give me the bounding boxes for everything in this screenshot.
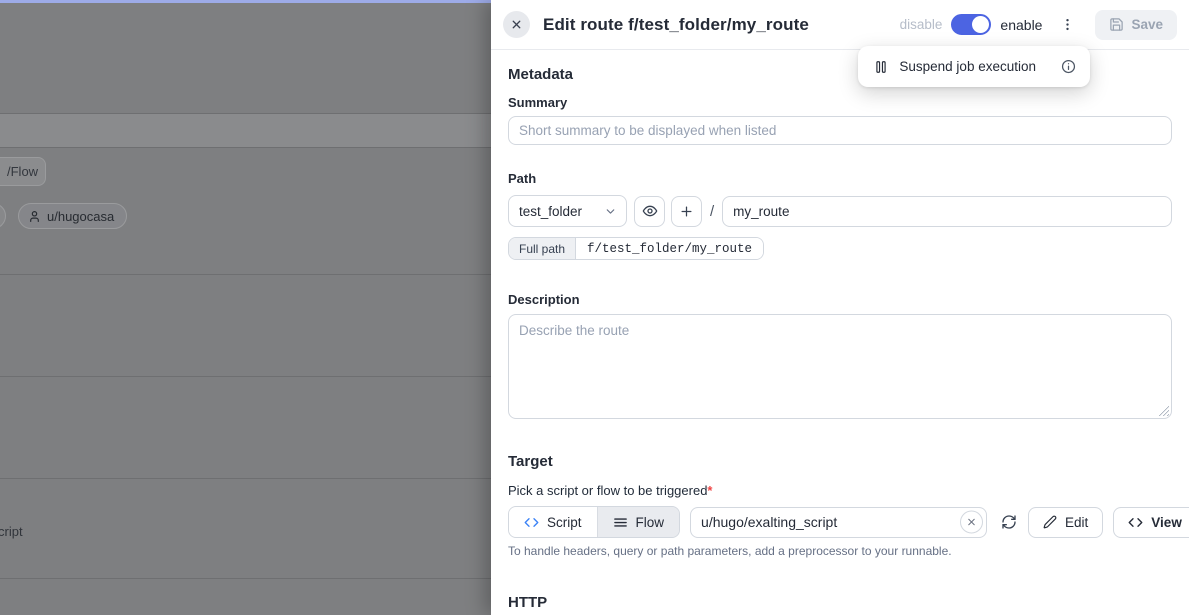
background-user-chip: u/hugocasa: [18, 203, 127, 229]
summary-input[interactable]: [508, 116, 1172, 145]
refresh-icon: [1001, 514, 1017, 530]
plus-icon: [679, 204, 694, 219]
tab-flow-label: Flow: [636, 515, 665, 530]
background-row-divider: [0, 578, 491, 579]
screen: /Flow › u/hugocasa cript Edit route f/te…: [0, 0, 1189, 615]
person-icon: [28, 210, 41, 223]
info-icon[interactable]: [1061, 59, 1076, 74]
x-icon: [966, 517, 977, 528]
flow-chip-label: /Flow: [7, 164, 38, 179]
resize-handle[interactable]: [1159, 406, 1169, 416]
close-icon: [510, 18, 523, 31]
description-textarea[interactable]: [508, 314, 1172, 419]
edit-route-drawer: Edit route f/test_folder/my_route disabl…: [491, 0, 1189, 615]
folder-select-value: test_folder: [519, 204, 582, 219]
view-folder-button[interactable]: [634, 196, 665, 227]
full-path-label: Full path: [509, 238, 576, 259]
save-button-label: Save: [1131, 17, 1163, 32]
toggle-off-label: disable: [900, 17, 943, 32]
summary-label: Summary: [508, 95, 1172, 110]
tab-script-label: Script: [547, 515, 582, 530]
drawer-title: Edit route f/test_folder/my_route: [543, 15, 809, 35]
flow-list-icon: [613, 515, 628, 530]
pencil-icon: [1043, 515, 1057, 529]
menu-item-suspend-job[interactable]: Suspend job execution: [899, 59, 1036, 74]
code-icon: [524, 515, 539, 530]
background-cut-chip: ›: [0, 203, 6, 229]
top-progress-line: [0, 0, 491, 3]
target-heading: Target: [508, 453, 1172, 470]
background-row-divider: [0, 478, 491, 479]
picker-label-text: Pick a script or flow to be triggered: [508, 483, 707, 498]
path-row: test_folder /: [508, 195, 1172, 227]
http-heading: HTTP: [508, 594, 1172, 611]
required-mark: *: [707, 483, 712, 498]
background-row-divider: [0, 274, 491, 275]
description-wrap: [508, 314, 1172, 419]
full-path-value: f/test_folder/my_route: [576, 238, 763, 259]
save-button[interactable]: Save: [1095, 10, 1177, 40]
drawer-header: Edit route f/test_folder/my_route disabl…: [491, 0, 1189, 50]
pause-icon: [874, 60, 888, 74]
full-path-badge: Full path f/test_folder/my_route: [508, 237, 764, 260]
path-separator: /: [702, 203, 722, 220]
kebab-menu-icon: [1060, 17, 1075, 32]
enable-toggle[interactable]: [951, 14, 991, 35]
more-options-button[interactable]: [1056, 15, 1079, 34]
header-actions: disable enable Save: [900, 10, 1177, 40]
runnable-path-wrap: [690, 507, 987, 538]
drawer-body: Metadata Summary Path test_folder /: [491, 66, 1189, 615]
toggle-knob: [972, 16, 989, 33]
dimmed-background-page: /Flow › u/hugocasa cript: [0, 0, 491, 615]
route-name-input[interactable]: [722, 196, 1172, 227]
script-flow-toggle-group: Script Flow: [508, 506, 680, 538]
runnable-path-input[interactable]: [690, 507, 987, 538]
background-script-flow-filter-chip: /Flow: [0, 157, 46, 186]
edit-button-label: Edit: [1065, 515, 1088, 530]
background-row-divider: [0, 376, 491, 377]
preprocessor-helper-text: To handle headers, query or path paramet…: [508, 544, 1172, 558]
path-label: Path: [508, 171, 1172, 186]
options-menu-popover: Suspend job execution: [858, 46, 1090, 87]
picker-label: Pick a script or flow to be triggered*: [508, 483, 1172, 498]
target-row: Script Flow: [508, 506, 1172, 538]
clear-runnable-button[interactable]: [960, 511, 983, 534]
view-button[interactable]: View: [1113, 507, 1189, 538]
close-button[interactable]: [503, 11, 530, 38]
tab-script[interactable]: Script: [509, 507, 597, 537]
refresh-button[interactable]: [1001, 514, 1017, 530]
save-icon: [1109, 17, 1124, 32]
background-cut-text: cript: [0, 524, 23, 539]
eye-icon: [642, 203, 658, 219]
chevron-down-icon: [604, 205, 617, 218]
view-button-label: View: [1151, 515, 1182, 530]
add-folder-button[interactable]: [671, 196, 702, 227]
user-chip-label: u/hugocasa: [47, 209, 114, 224]
tab-flow[interactable]: Flow: [597, 507, 680, 537]
description-label: Description: [508, 292, 1172, 307]
folder-select[interactable]: test_folder: [508, 195, 627, 227]
code-icon: [1128, 515, 1143, 530]
toggle-on-label: enable: [1000, 17, 1042, 33]
edit-button[interactable]: Edit: [1028, 507, 1103, 538]
background-toolbar-band: [0, 113, 491, 148]
